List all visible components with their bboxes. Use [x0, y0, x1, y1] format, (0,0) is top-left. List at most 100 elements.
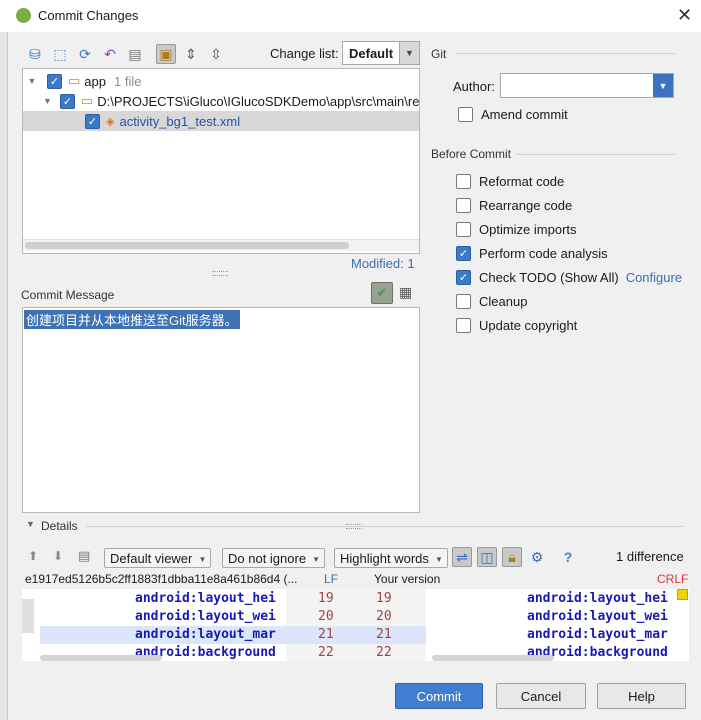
left-line-ending: LF: [324, 572, 339, 586]
path-checkbox[interactable]: ✓: [59, 93, 75, 109]
chevron-down-icon[interactable]: ▼: [653, 74, 673, 97]
app-checkbox[interactable]: ✓: [47, 73, 62, 89]
optimize-checkbox[interactable]: [456, 222, 471, 237]
splitter-handle[interactable]: [346, 524, 362, 529]
right-line-number: 22: [376, 645, 392, 660]
history-icon[interactable]: ▦: [399, 284, 412, 301]
left-revision-label: e1917ed5126b5c2ff1883f1dbba11e8a461b86d4…: [25, 572, 298, 586]
sync-scroll-icon[interactable]: ⇌: [452, 547, 472, 567]
copyright-checkbox[interactable]: [456, 318, 471, 333]
lock-icon[interactable]: ⛁: [25, 44, 45, 64]
commit-message-input[interactable]: 创建项目并从本地推送至Git服务器。: [22, 307, 420, 513]
viewer-value: Default viewer: [110, 550, 193, 566]
amend-checkbox[interactable]: [458, 107, 473, 122]
configure-link[interactable]: Configure: [626, 270, 682, 285]
arrow-down-icon[interactable]: ⬇: [53, 549, 63, 563]
option-reformat-code[interactable]: Reformat code: [456, 174, 564, 189]
splitter-handle[interactable]: [212, 271, 228, 276]
rearrange-checkbox[interactable]: [456, 198, 471, 213]
change-marker-icon[interactable]: [677, 589, 688, 600]
option-check-todo[interactable]: ✓ Check TODO (Show All) Configure: [456, 270, 682, 285]
help-button[interactable]: Help: [597, 683, 686, 709]
help-icon[interactable]: ?: [558, 547, 578, 567]
module-folder-icon: ▭: [68, 73, 81, 88]
ignore-select[interactable]: Do not ignore ▼: [222, 548, 326, 568]
group-icon[interactable]: ▣: [156, 44, 176, 64]
git-section-title: Git: [431, 47, 447, 61]
close-icon[interactable]: ✕: [677, 5, 692, 26]
tree-row-app[interactable]: ▼ ✓ ▭ app 1 file: [23, 71, 419, 91]
option-optimize-imports[interactable]: Optimize imports: [456, 222, 577, 237]
author-label: Author:: [453, 79, 495, 94]
right-line-number: 19: [376, 591, 392, 606]
reformat-checkbox[interactable]: [456, 174, 471, 189]
arrow-up-icon[interactable]: ⬆: [28, 549, 38, 563]
chevron-down-icon: ▼: [198, 555, 207, 564]
tree-row-path[interactable]: ▼ ✓ ▭ D:\PROJECTS\iGluco\IGlucoSDKDemo\a…: [23, 91, 419, 111]
settings-gear-icon[interactable]: ⚙: [527, 547, 547, 567]
diff-icon[interactable]: ▤: [125, 44, 145, 64]
commit-button[interactable]: Commit: [395, 683, 483, 709]
option-update-copyright[interactable]: Update copyright: [456, 318, 577, 333]
side-by-side-icon[interactable]: ◫: [477, 547, 497, 567]
option-label: Update copyright: [479, 318, 578, 333]
amend-commit-option[interactable]: Amend commit: [458, 107, 568, 122]
divider: [516, 154, 675, 155]
sync-icon[interactable]: ⟳: [75, 44, 95, 64]
spellcheck-icon[interactable]: ✔: [371, 282, 393, 304]
chevron-down-icon: ▼: [312, 555, 321, 564]
tree-row-file[interactable]: ✓ ◈ activity_bg1_test.xml: [23, 111, 419, 131]
window-title: Commit Changes: [38, 8, 139, 23]
highlight-select[interactable]: Highlight words ▼: [334, 548, 448, 568]
option-label: Reformat code: [479, 174, 565, 189]
details-label: Details: [41, 519, 78, 533]
chevron-down-icon: ▼: [434, 555, 443, 564]
left-code-line: android:layout_wei: [135, 609, 276, 624]
change-list-select[interactable]: Default ▼: [342, 41, 420, 65]
commit-message-text[interactable]: 创建项目并从本地推送至Git服务器。: [24, 310, 240, 329]
left-line-number: 19: [318, 591, 334, 606]
left-horizontal-scrollbar[interactable]: [40, 655, 162, 661]
undo-icon[interactable]: ↶: [100, 44, 120, 64]
cleanup-checkbox[interactable]: [456, 294, 471, 309]
right-code-line: android:layout_hei: [527, 591, 668, 606]
commit-message-label: Commit Message: [21, 288, 115, 302]
tree-horizontal-scrollbar[interactable]: [23, 239, 419, 251]
background-window-edge: [0, 32, 8, 720]
edit-source-icon[interactable]: ▤: [78, 548, 90, 564]
tree-file-label: activity_bg1_test.xml: [119, 113, 241, 129]
option-label: Perform code analysis: [479, 246, 608, 261]
check-todo-checkbox[interactable]: ✓: [456, 270, 471, 285]
expand-icon[interactable]: ⇕: [181, 44, 201, 64]
cancel-button[interactable]: Cancel: [496, 683, 586, 709]
amend-label: Amend commit: [481, 107, 568, 122]
diff-viewer[interactable]: android:layout_hei 19 19 android:layout_…: [22, 589, 689, 661]
right-code-line: android:layout_mar: [527, 627, 668, 642]
tree-root-count: 1 file: [114, 73, 142, 89]
left-line-number: 20: [318, 609, 334, 624]
option-perform-code-analysis[interactable]: ✓ Perform code analysis: [456, 246, 608, 261]
line-number-gutter: [286, 589, 426, 661]
code-analysis-checkbox[interactable]: ✓: [456, 246, 471, 261]
author-field[interactable]: ▼: [500, 73, 674, 98]
refresh-icon[interactable]: ⬚: [50, 44, 70, 64]
chevron-down-icon[interactable]: ▼: [43, 96, 52, 106]
viewer-select[interactable]: Default viewer ▼: [104, 548, 212, 568]
lock-icon[interactable]: 🔒︎: [502, 547, 522, 567]
before-commit-title: Before Commit: [431, 147, 512, 161]
left-line-number: 22: [318, 645, 334, 660]
difference-count: 1 difference: [616, 549, 684, 564]
option-label: Optimize imports: [479, 222, 577, 237]
collapse-icon[interactable]: ⇳: [206, 44, 226, 64]
option-rearrange-code[interactable]: Rearrange code: [456, 198, 572, 213]
change-list-label: Change list:: [270, 46, 339, 61]
chevron-down-icon: ▼: [399, 42, 419, 64]
file-checkbox[interactable]: ✓: [85, 113, 100, 129]
chevron-down-icon[interactable]: ▼: [25, 76, 39, 86]
right-line-number: 21: [376, 627, 392, 642]
tree-scroll-thumb[interactable]: [25, 242, 349, 249]
option-cleanup[interactable]: Cleanup: [456, 294, 527, 309]
changes-tree[interactable]: ▼ ✓ ▭ app 1 file ▼ ✓ ▭ D:\PROJECTS\iGluc…: [22, 68, 420, 254]
chevron-down-icon[interactable]: ▼: [26, 519, 35, 529]
right-horizontal-scrollbar[interactable]: [432, 655, 554, 661]
